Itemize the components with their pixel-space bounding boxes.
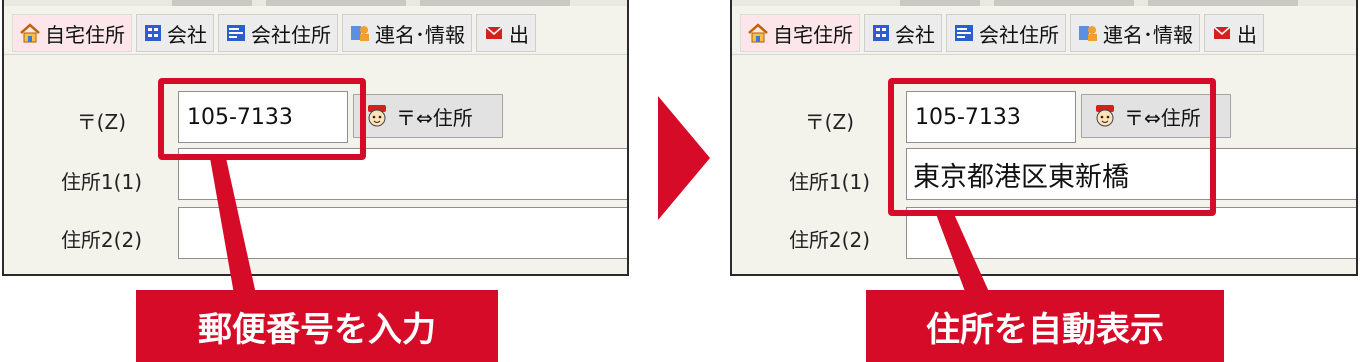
people-icon bbox=[1079, 26, 1097, 41]
tab-divider bbox=[732, 54, 1356, 55]
tab-label: 会社住所 bbox=[979, 22, 1059, 47]
tab-home-address[interactable]: 自宅住所 bbox=[12, 14, 132, 52]
tab-send[interactable]: 出 bbox=[1204, 14, 1264, 52]
company-address-icon bbox=[955, 25, 973, 41]
address2-label: 住所2(2) bbox=[788, 228, 870, 252]
tab-joint-names-info[interactable]: 連名･情報 bbox=[342, 14, 472, 52]
tab-label: 自宅住所 bbox=[773, 22, 853, 47]
top-strip bbox=[4, 0, 627, 6]
tab-divider bbox=[4, 54, 627, 55]
tab-label: 会社住所 bbox=[251, 22, 331, 47]
postman-icon bbox=[368, 105, 386, 127]
postal-code-label: 〒(Z) bbox=[804, 110, 854, 134]
tab-bar: 自宅住所 会社 会社住所 連名･情報 出 bbox=[12, 14, 540, 52]
caption-enter-postal-code: 郵便番号を入力 bbox=[136, 290, 498, 362]
address-autofill-highlight bbox=[888, 78, 1216, 216]
top-strip bbox=[732, 0, 1356, 6]
tab-label: 会社 bbox=[167, 22, 207, 47]
address2-label: 住所2(2) bbox=[60, 228, 142, 252]
tab-send[interactable]: 出 bbox=[476, 14, 536, 52]
tab-label: 連名･情報 bbox=[375, 22, 465, 47]
address1-label: 住所1(1) bbox=[60, 170, 142, 194]
callout-pointer-right bbox=[936, 214, 990, 294]
company-icon bbox=[873, 25, 889, 41]
mail-out-icon bbox=[485, 26, 503, 39]
tab-company-address[interactable]: 会社住所 bbox=[218, 14, 338, 52]
tab-label: 出 bbox=[1237, 22, 1257, 47]
house-icon bbox=[748, 23, 768, 43]
tab-label: 自宅住所 bbox=[45, 22, 125, 47]
tab-joint-names-info[interactable]: 連名･情報 bbox=[1070, 14, 1200, 52]
mail-out-icon bbox=[1213, 26, 1231, 39]
tab-home-address[interactable]: 自宅住所 bbox=[740, 14, 860, 52]
callout-pointer-left bbox=[210, 158, 256, 294]
tab-company[interactable]: 会社 bbox=[864, 14, 942, 52]
postal-code-label: 〒(Z) bbox=[76, 110, 126, 134]
lookup-button-label: 〒⇔住所 bbox=[396, 105, 473, 130]
postal-code-highlight bbox=[158, 78, 366, 160]
tab-company-address[interactable]: 会社住所 bbox=[946, 14, 1066, 52]
company-icon bbox=[145, 25, 161, 41]
people-icon bbox=[351, 26, 369, 41]
postal-address-lookup-button[interactable]: 〒⇔住所 bbox=[353, 94, 503, 138]
tab-company[interactable]: 会社 bbox=[136, 14, 214, 52]
caption-auto-display-address: 住所を自動表示 bbox=[866, 290, 1224, 362]
house-icon bbox=[20, 23, 40, 43]
company-address-icon bbox=[227, 25, 245, 41]
tab-label: 出 bbox=[509, 22, 529, 47]
next-step-arrow-icon bbox=[658, 96, 710, 220]
tab-label: 連名･情報 bbox=[1103, 22, 1193, 47]
tab-bar: 自宅住所 会社 会社住所 連名･情報 出 bbox=[740, 14, 1268, 52]
tab-label: 会社 bbox=[895, 22, 935, 47]
address1-label: 住所1(1) bbox=[788, 170, 870, 194]
